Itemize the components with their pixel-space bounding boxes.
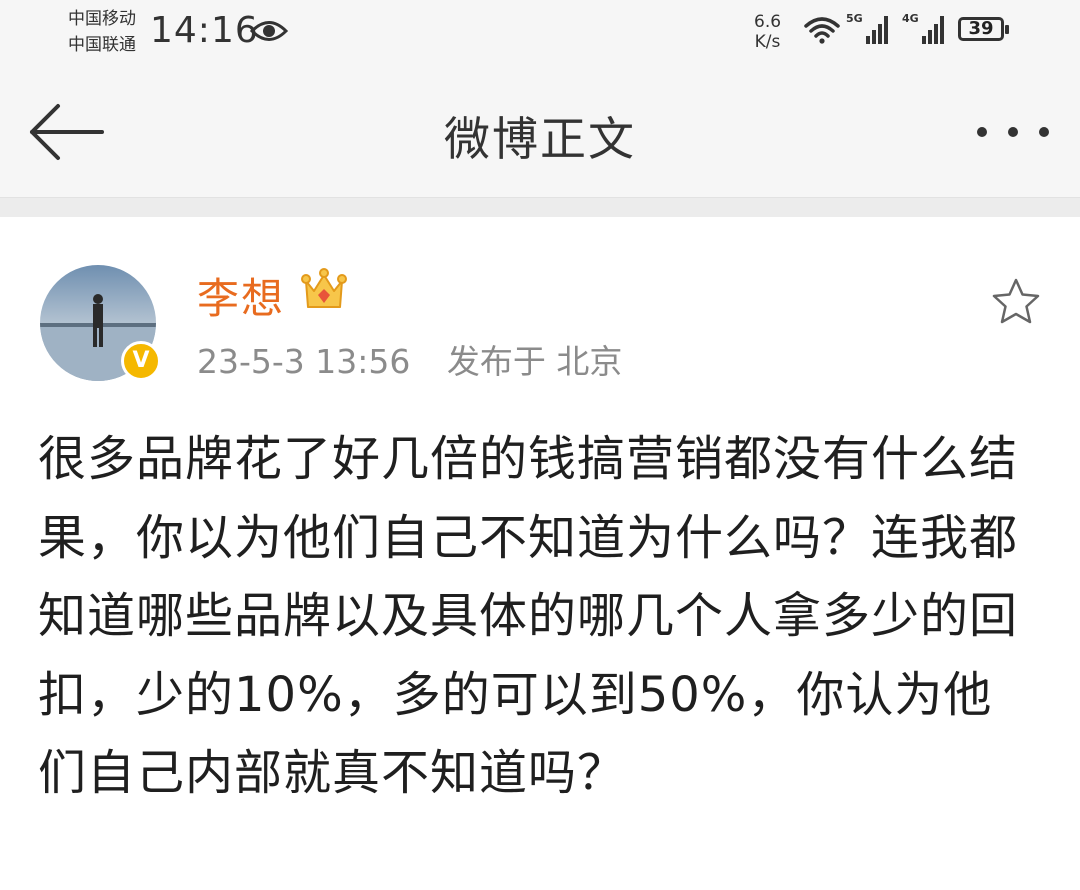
post-meta: 23-5-3 13:56 发布于 北京 bbox=[197, 335, 622, 383]
star-icon[interactable] bbox=[990, 277, 1042, 327]
battery-icon: 39 bbox=[958, 17, 1009, 41]
section-divider bbox=[0, 197, 1080, 218]
page-title: 微博正文 bbox=[444, 112, 636, 166]
network-speed: 6.6 K/s bbox=[754, 12, 781, 52]
weibo-post: V 李想 23-5-3 13:56 发布于 北京 很多品牌花了好几倍的钱搞营销都… bbox=[0, 217, 1080, 890]
wifi-icon bbox=[804, 17, 840, 44]
signal-1-label: 5G bbox=[846, 12, 863, 25]
signal-icon-2: 4G bbox=[902, 12, 948, 50]
eye-icon bbox=[250, 21, 288, 41]
post-location: 发布于 北京 bbox=[446, 342, 623, 381]
signal-2-label: 4G bbox=[902, 12, 919, 25]
more-icon[interactable] bbox=[975, 125, 1051, 139]
clock: 14:16 bbox=[150, 10, 259, 51]
nav-bar: 微博正文 bbox=[0, 75, 1080, 197]
post-content: 很多品牌花了好几倍的钱搞营销都没有什么结果，你以为他们自己不知道为什么吗？连我都… bbox=[38, 431, 1019, 801]
status-bar: 中国移动 中国联通 14:16 6.6 K/s 5G 4G 39 bbox=[0, 0, 1080, 75]
author-name[interactable]: 李想 bbox=[197, 265, 285, 326]
network-speed-value: 6.6 bbox=[754, 12, 782, 32]
carrier-2: 中国联通 bbox=[68, 35, 136, 55]
crown-icon bbox=[301, 268, 347, 308]
post-time: 23-5-3 13:56 bbox=[197, 342, 411, 381]
network-speed-unit: K/s bbox=[754, 32, 781, 52]
signal-icon-1: 5G bbox=[846, 12, 892, 50]
verified-badge: V bbox=[121, 341, 161, 381]
battery-level: 39 bbox=[968, 18, 994, 39]
carrier-1: 中国移动 bbox=[68, 9, 136, 29]
carrier-labels: 中国移动 中国联通 bbox=[68, 6, 136, 58]
